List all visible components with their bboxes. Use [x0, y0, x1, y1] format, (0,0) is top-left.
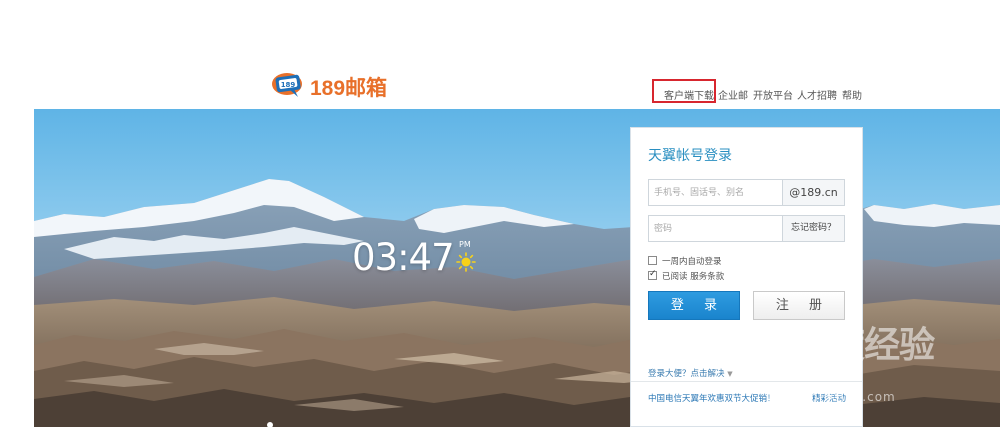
remember-me-checkbox[interactable] [648, 256, 657, 265]
login-help-text: 登录大便？点击解决 [648, 369, 725, 379]
clock-time: 03:47 [352, 236, 455, 279]
login-panel: 天翼帐号登录 @189.cn 忘记密码？ 一周内自动登录 已阅读 服务条款 登 … [630, 127, 863, 427]
nav-open-platform[interactable]: 开放平台 [753, 87, 793, 102]
remember-me-label: 一周内自动登录 [662, 257, 722, 267]
account-domain-suffix: @189.cn [782, 180, 844, 205]
carousel-dot[interactable] [267, 422, 273, 427]
sun-icon [456, 252, 476, 272]
mail-logo-icon: 189 [272, 73, 302, 97]
password-input[interactable] [649, 216, 783, 241]
chevron-down-icon: ▼ [727, 370, 733, 378]
terms-checkbox[interactable] [648, 269, 657, 280]
account-input[interactable] [649, 180, 783, 205]
clock-ampm: PM [459, 240, 471, 249]
nav-enterprise-mail[interactable]: 企业邮 [718, 87, 748, 102]
nav-help[interactable]: 帮助 [842, 87, 862, 102]
highlight-box [652, 79, 716, 103]
nav-careers[interactable]: 人才招聘 [797, 87, 837, 102]
logo[interactable]: 189 189邮箱 [270, 68, 400, 102]
account-field: @189.cn [648, 179, 845, 206]
login-title: 天翼帐号登录 [648, 148, 732, 164]
promo-link[interactable]: 中国电信天翼年欢惠双节大促销！ [648, 392, 776, 404]
promo-right-link[interactable]: 精彩活动 [812, 392, 846, 404]
logo-badge-text: 189 [281, 81, 296, 89]
divider [631, 381, 862, 382]
login-button[interactable]: 登 录 [648, 291, 740, 320]
page: 189 189邮箱 客户端下载 企业邮 开放平台 人才招聘 帮助 03:47 P… [0, 0, 1000, 427]
register-button[interactable]: 注 册 [753, 291, 845, 320]
logo-text: 189邮箱 [310, 77, 388, 100]
forgot-password-link[interactable]: 忘记密码？ [782, 216, 844, 241]
terms-label[interactable]: 已阅读 服务条款 [662, 270, 724, 282]
password-field: 忘记密码？ [648, 215, 845, 242]
login-help-link[interactable]: 登录大便？点击解决 ▼ [648, 367, 733, 379]
